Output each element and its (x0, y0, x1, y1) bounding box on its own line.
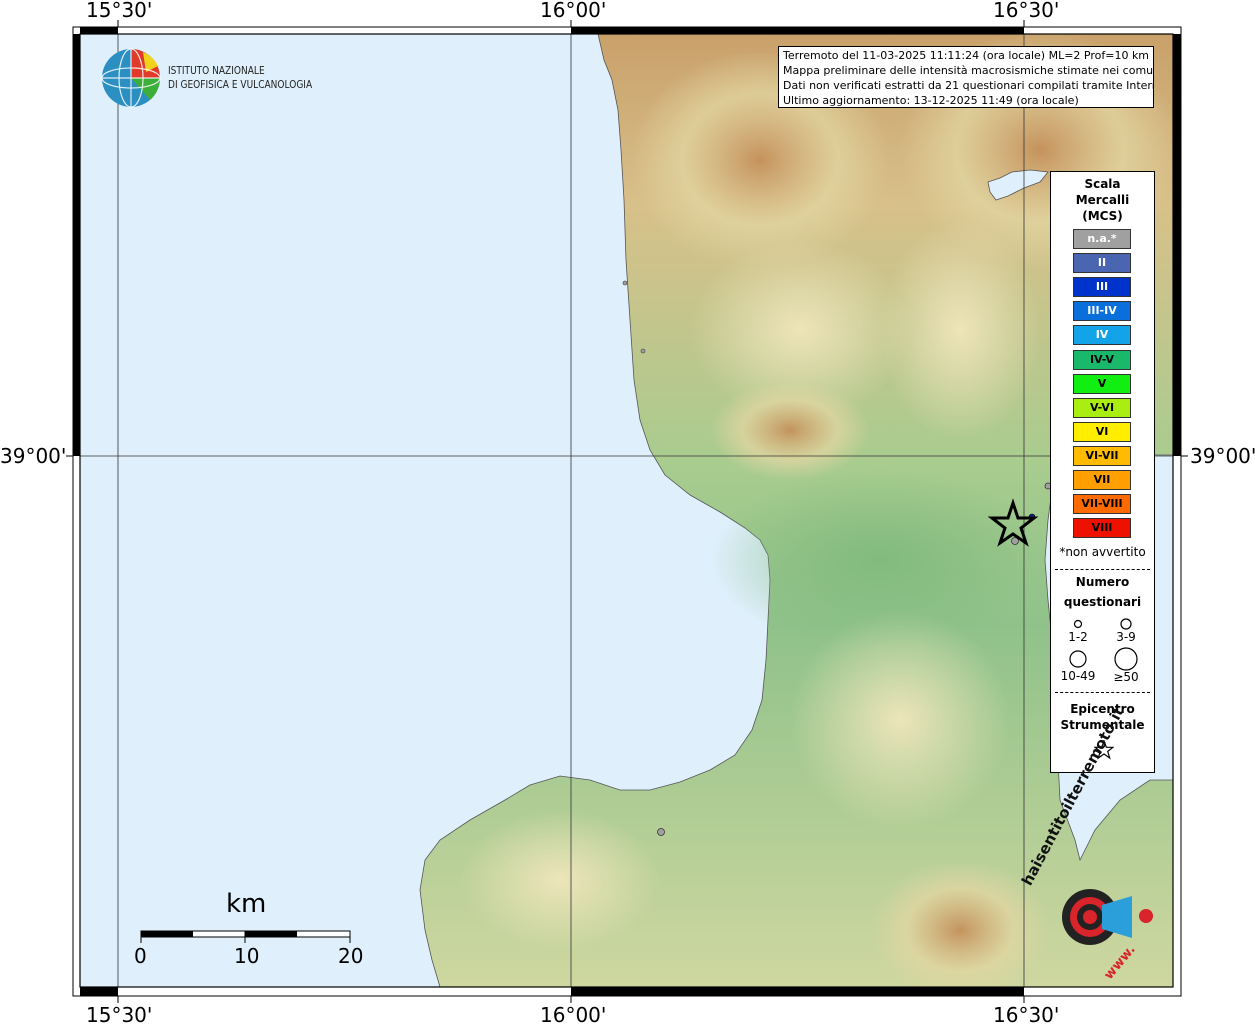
questionnaire-point[interactable] (622, 280, 628, 286)
scalebar-tick-0: 0 (134, 944, 147, 968)
count-label-10-49: 10-49 (1060, 669, 1096, 683)
legend-epicenter-title1: Epicentro (1070, 702, 1135, 716)
ingv-logo-line1: ISTITUTO NAZIONALE (168, 64, 265, 77)
mcs-level-4: IV (1073, 325, 1131, 346)
event-info-line1: Terremoto del 11-03-2025 11:11:24 (ora l… (783, 49, 1150, 62)
legend-divider (1055, 692, 1150, 693)
mcs-level-5: IV-V (1073, 349, 1131, 370)
ingv-logo-text: ISTITUTO NAZIONALE DI GEOFISICA E VULCAN… (168, 64, 312, 92)
legend-not-felt-note: *non avvertito (1059, 545, 1146, 559)
lon-label-bottom-1600: 16°00' (540, 1003, 607, 1027)
mcs-level-10: VII (1073, 470, 1131, 490)
lon-label-top-1630: 16°30' (993, 0, 1060, 22)
mcs-level-7: V-VI (1073, 397, 1131, 418)
event-info-line2: Mappa preliminare delle intensità macros… (783, 64, 1154, 77)
lon-label-bottom-1530: 15°30' (86, 1003, 153, 1027)
lon-label-bottom-1630: 16°30' (993, 1003, 1060, 1027)
scalebar-tick-10: 10 (234, 944, 260, 968)
count-label-50-plus: ≥50 (1113, 670, 1139, 684)
lon-label-top-1600: 16°00' (540, 0, 607, 22)
count-label-3-9: 3-9 (1116, 630, 1136, 644)
relief-hills-southwest (460, 810, 660, 950)
mcs-level-2: III (1073, 277, 1131, 298)
questionnaire-point[interactable] (657, 828, 665, 836)
legend-count-title1: Numero (1075, 575, 1130, 589)
mcs-level-12: VIII (1073, 518, 1131, 539)
lat-label-left-3900: 39°00' (0, 444, 67, 468)
legend-divider (1055, 569, 1150, 570)
legend-title-mcs: (MCS) (1082, 209, 1123, 223)
legend-panel: Scala Mercalli (MCS) n.a.* II III III-IV IV I… (1050, 171, 1155, 773)
event-info-line4: Ultimo aggiornamento: 13-12-2025 11:49 (… (783, 94, 1079, 107)
relief-hills-south (790, 610, 1010, 830)
questionnaire-point[interactable] (640, 348, 646, 354)
relief-hills-east (880, 220, 1040, 440)
relief-mountains-central (710, 380, 870, 480)
event-info-box: Terremoto del 11-03-2025 11:11:24 (ora l… (778, 46, 1154, 108)
scalebar-unit: km (226, 889, 267, 919)
mcs-level-3: III-IV (1073, 301, 1131, 322)
mcs-level-1: II (1073, 253, 1131, 274)
lat-label-right-3900: 39°00' (1190, 444, 1255, 468)
event-info-line3: Dati non verificati estratti da 21 quest… (783, 79, 1154, 92)
lon-label-top-1530: 15°30' (86, 0, 153, 22)
count-label-1-2: 1-2 (1068, 630, 1088, 644)
legend-count-title2: questionari (1063, 595, 1142, 609)
questionnaire-size-symbols (1069, 618, 1138, 671)
legend-title-scala: Scala (1084, 177, 1121, 191)
legend-title-mercalli: Mercalli (1075, 193, 1130, 207)
ingv-logo-line2: DI GEOFISICA E VULCANOLOGIA (168, 78, 313, 91)
mcs-level-8: VI (1073, 421, 1131, 442)
mcs-level-6: V (1073, 373, 1131, 394)
mcs-level-0: n.a.* (1073, 229, 1131, 249)
scalebar-tick-20: 20 (338, 944, 364, 968)
mcs-level-9: VI-VII (1073, 445, 1131, 466)
ingv-globe-icon (101, 48, 161, 108)
mcs-level-11: VII-VIII (1073, 494, 1131, 515)
